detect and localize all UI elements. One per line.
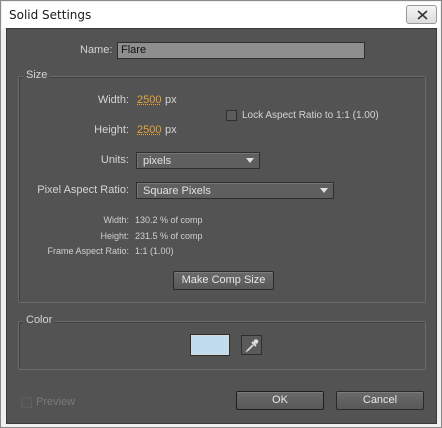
size-group-title: Size [23, 69, 51, 81]
color-group-title: Color [23, 314, 56, 326]
ok-button[interactable]: OK [236, 391, 324, 410]
name-input[interactable]: Flare [117, 42, 365, 59]
title-bar: Solid Settings [2, 2, 440, 28]
preview-label: Preview [36, 396, 76, 408]
lock-aspect-checkbox[interactable] [226, 110, 237, 121]
color-swatch[interactable] [190, 334, 230, 356]
eyedropper-button[interactable] [241, 335, 262, 355]
info-height-value: 231.5 % of comp [135, 231, 203, 241]
cancel-button[interactable]: Cancel [336, 391, 424, 410]
units-value: pixels [143, 155, 172, 167]
chevron-down-icon [246, 158, 254, 163]
width-value[interactable]: 2500 [137, 94, 161, 106]
width-label: Width: [97, 94, 129, 106]
name-label: Name: [80, 44, 113, 56]
close-button[interactable] [406, 5, 437, 24]
width-unit: px [165, 94, 177, 106]
make-comp-size-button[interactable]: Make Comp Size [173, 271, 274, 290]
height-unit: px [165, 124, 177, 136]
height-value[interactable]: 2500 [137, 124, 161, 136]
eyedropper-icon [245, 339, 259, 353]
pixel-aspect-ratio-value: Square Pixels [143, 185, 211, 197]
dialog-title: Solid Settings [9, 8, 92, 22]
dialog-body: Name: Flare Size Width: 2500 px Lock Asp… [6, 28, 437, 424]
lock-aspect-label: Lock Aspect Ratio to 1:1 (1.00) [242, 110, 379, 121]
chevron-down-icon [320, 188, 328, 193]
close-icon [417, 10, 428, 20]
solid-settings-dialog: Solid Settings Name: Flare Size Width: 2… [0, 0, 442, 428]
info-width-value: 130.2 % of comp [135, 215, 203, 225]
frame-aspect-ratio-value: 1:1 (1.00) [135, 246, 174, 256]
pixel-aspect-ratio-label: Pixel Aspect Ratio: [37, 184, 129, 196]
units-label: Units: [100, 154, 129, 166]
units-dropdown[interactable]: pixels [136, 152, 260, 169]
preview-checkbox[interactable] [21, 397, 32, 408]
info-height-label: Height: [100, 231, 129, 241]
frame-aspect-ratio-label: Frame Aspect Ratio: [47, 246, 129, 256]
pixel-aspect-ratio-dropdown[interactable]: Square Pixels [136, 182, 334, 199]
height-label: Height: [94, 124, 129, 136]
info-width-label: Width: [103, 215, 129, 225]
